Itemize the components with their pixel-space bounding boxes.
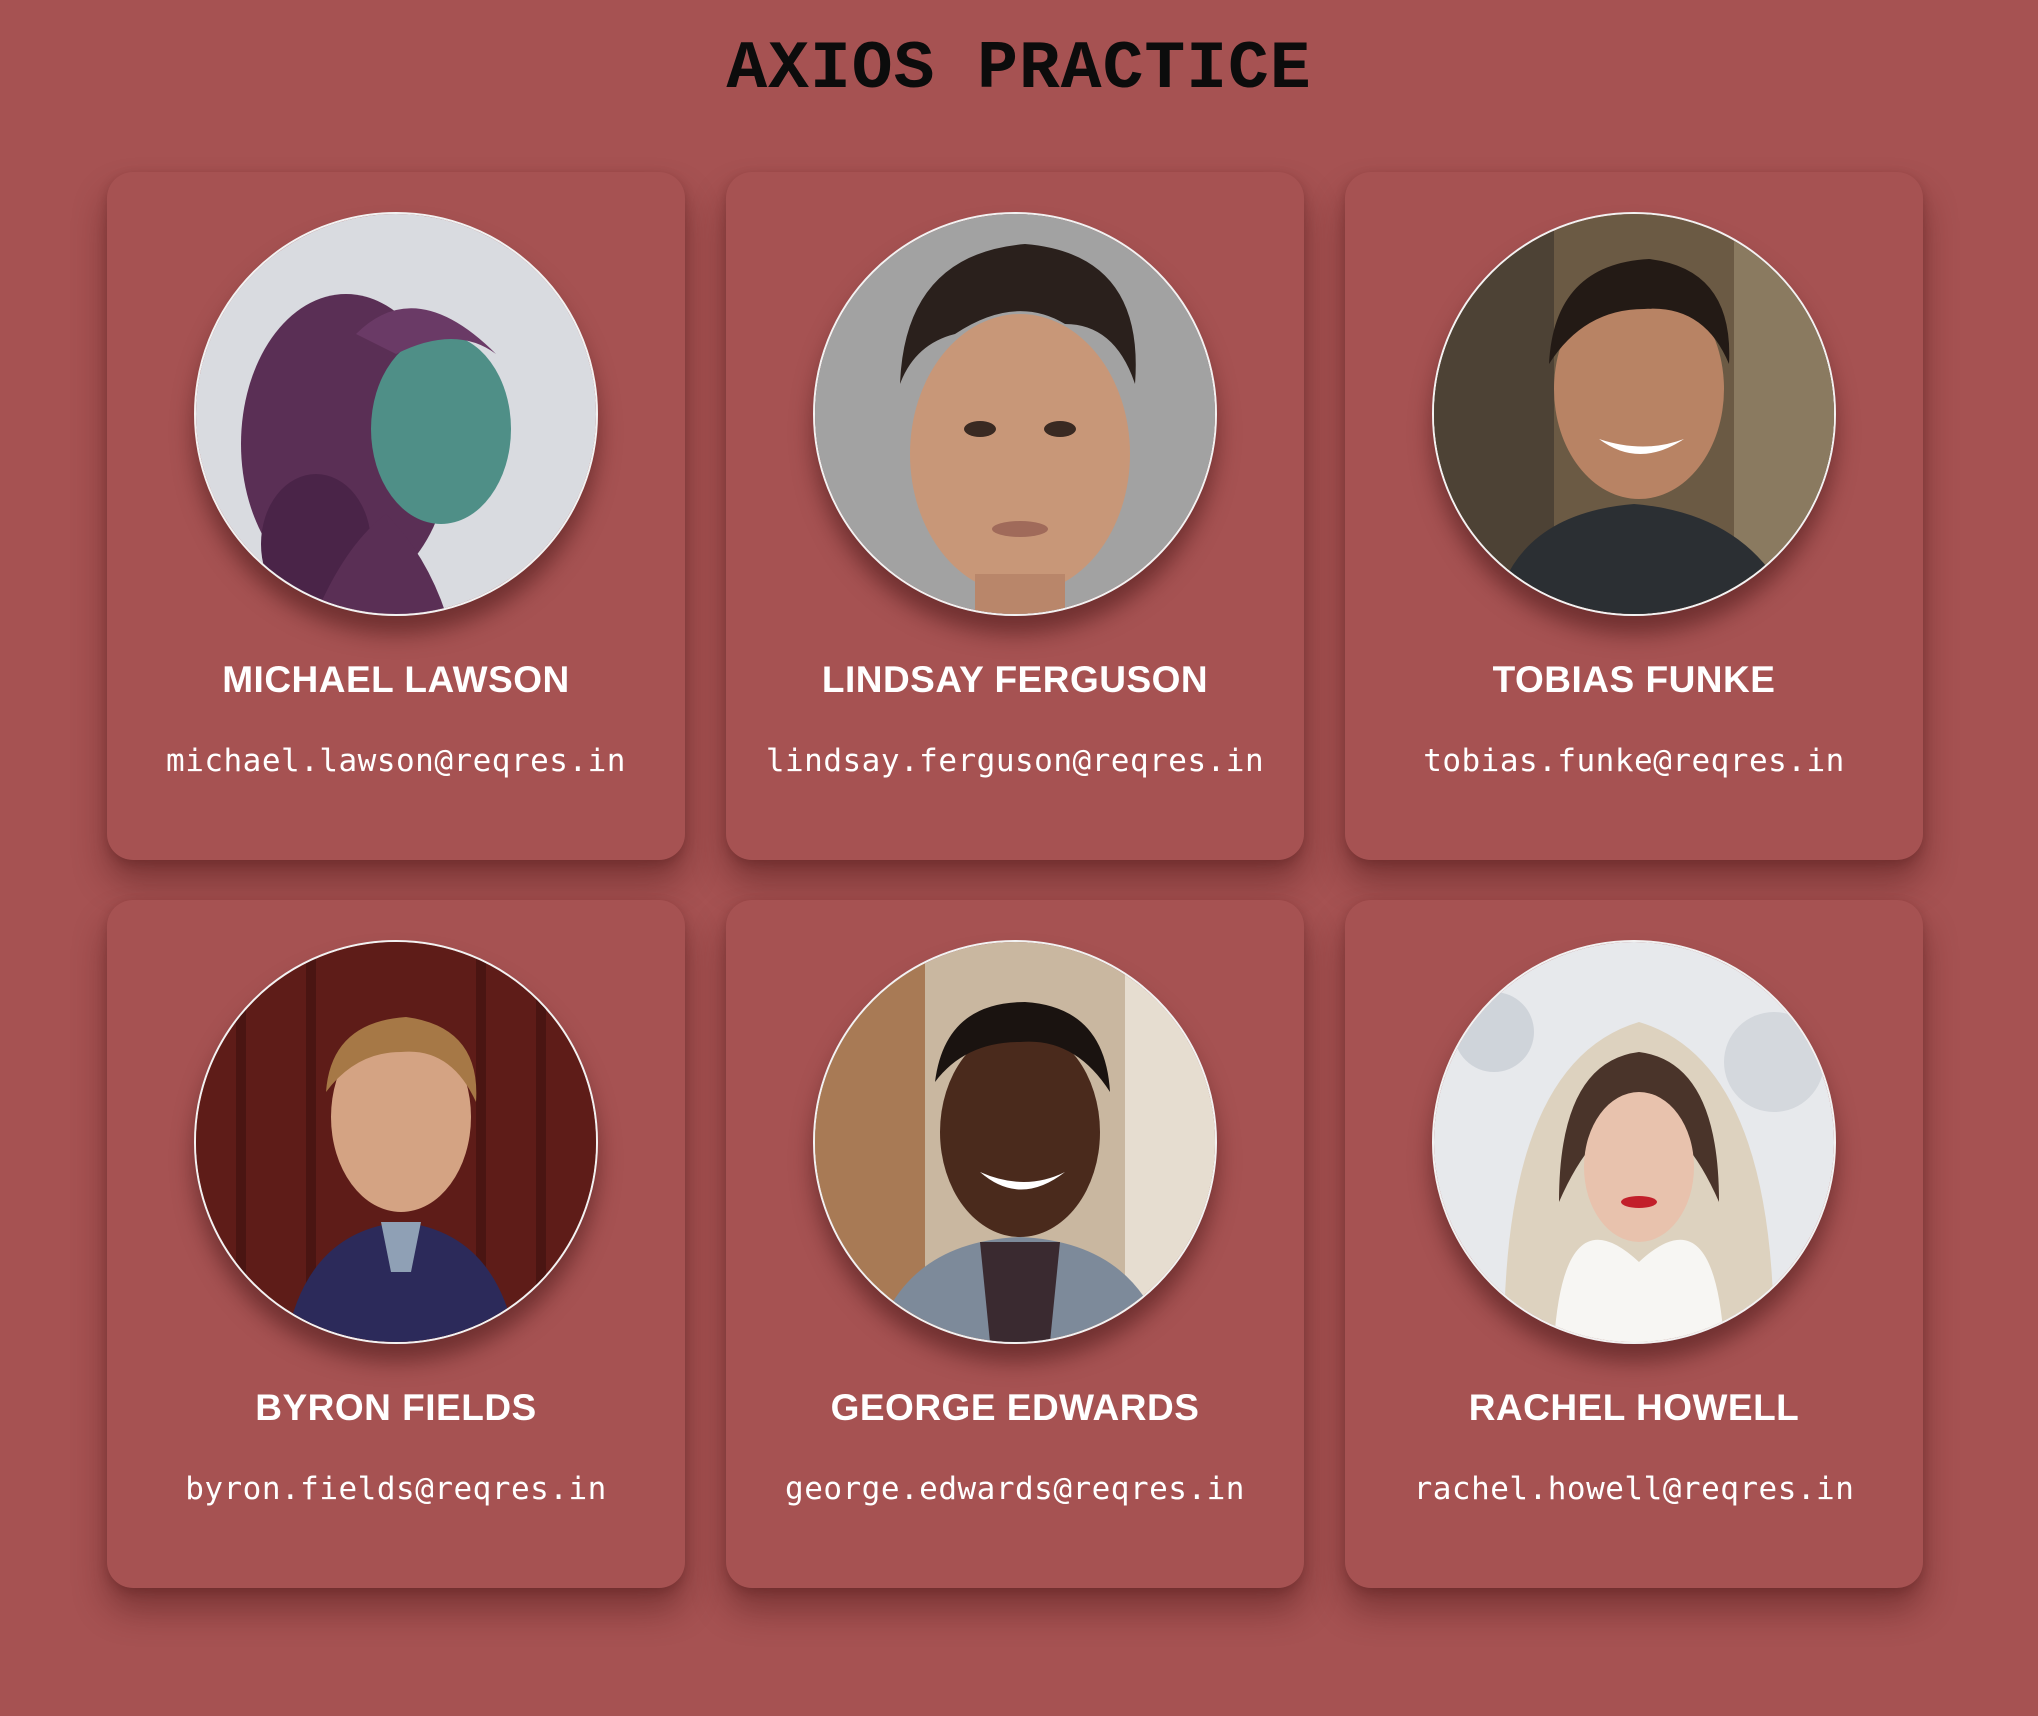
user-email: rachel.howell@reqres.in: [1413, 1471, 1855, 1507]
avatar: [813, 940, 1217, 1344]
user-name: GEORGE EDWARDS: [830, 1387, 1200, 1428]
user-name: RACHEL HOWELL: [1468, 1387, 1800, 1428]
avatar: [194, 940, 598, 1344]
user-email: byron.fields@reqres.in: [185, 1471, 607, 1507]
user-name: BYRON FIELDS: [255, 1387, 537, 1428]
user-email: tobias.funke@reqres.in: [1423, 743, 1845, 779]
avatar: [194, 212, 598, 616]
user-name: MICHAEL LAWSON: [222, 659, 570, 700]
avatar: [813, 212, 1217, 616]
user-card[interactable]: GEORGE EDWARDS george.edwards@reqres.in: [726, 900, 1304, 1588]
page-title: AXIOS PRACTICE: [726, 31, 1312, 108]
avatar: [1432, 212, 1836, 616]
user-name: LINDSAY FERGUSON: [821, 659, 1209, 700]
user-card[interactable]: TOBIAS FUNKE tobias.funke@reqres.in: [1345, 172, 1923, 860]
user-email: george.edwards@reqres.in: [785, 1471, 1245, 1507]
user-email: michael.lawson@reqres.in: [166, 743, 626, 779]
user-name: TOBIAS FUNKE: [1492, 659, 1776, 700]
avatar: [1432, 940, 1836, 1344]
user-card[interactable]: RACHEL HOWELL rachel.howell@reqres.in: [1345, 900, 1923, 1588]
user-card[interactable]: MICHAEL LAWSON michael.lawson@reqres.in: [107, 172, 685, 860]
user-email: lindsay.ferguson@reqres.in: [765, 743, 1265, 779]
user-card[interactable]: LINDSAY FERGUSON lindsay.ferguson@reqres…: [726, 172, 1304, 860]
user-card-grid: MICHAEL LAWSON michael.lawson@reqres.in …: [107, 172, 1923, 1588]
user-card[interactable]: BYRON FIELDS byron.fields@reqres.in: [107, 900, 685, 1588]
